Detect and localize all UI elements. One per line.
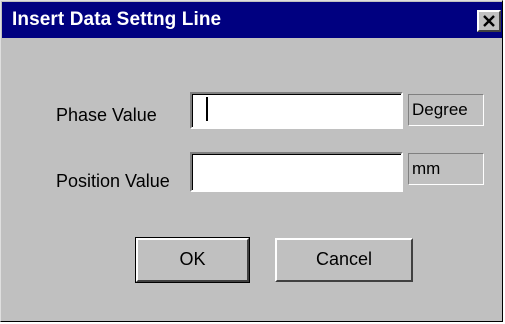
- insert-data-dialog: Insert Data Settng Line Phase Value Degr…: [0, 0, 503, 322]
- ok-button[interactable]: OK: [135, 237, 250, 283]
- phase-unit-label: Degree: [408, 94, 484, 126]
- text-caret: [206, 97, 208, 121]
- title-bar[interactable]: Insert Data Settng Line: [2, 2, 502, 38]
- close-button[interactable]: [477, 10, 501, 32]
- cancel-button[interactable]: Cancel: [275, 238, 413, 282]
- dialog-title: Insert Data Settng Line: [12, 9, 222, 30]
- position-unit-label: mm: [408, 153, 484, 185]
- phase-value-label: Phase Value: [56, 105, 157, 125]
- position-value-label: Position Value: [56, 171, 170, 191]
- close-icon: [483, 15, 495, 27]
- position-value-input[interactable]: [190, 152, 403, 192]
- phase-value-input[interactable]: [190, 92, 403, 129]
